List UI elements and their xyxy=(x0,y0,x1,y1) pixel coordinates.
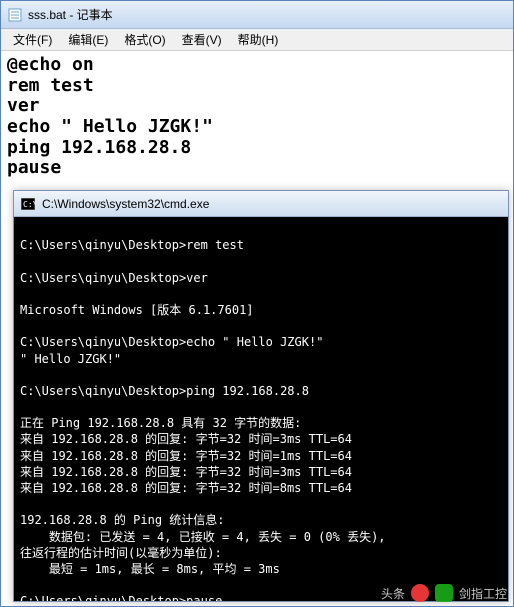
notepad-titlebar[interactable]: sss.bat - 记事本 xyxy=(1,1,513,29)
cmd-titlebar[interactable]: C:\ C:\Windows\system32\cmd.exe xyxy=(14,191,508,217)
cmd-title: C:\Windows\system32\cmd.exe xyxy=(42,197,209,211)
notepad-editor[interactable]: @echo on rem test ver echo " Hello JZGK!… xyxy=(1,51,513,183)
menu-format[interactable]: 格式(O) xyxy=(116,29,173,50)
wechat-icon xyxy=(435,584,453,602)
menu-edit[interactable]: 编辑(E) xyxy=(60,29,116,50)
notepad-window: sss.bat - 记事本 文件(F) 编辑(E) 格式(O) 查看(V) 帮助… xyxy=(0,0,514,607)
cmd-icon: C:\ xyxy=(20,196,36,212)
notepad-icon xyxy=(7,7,23,23)
menu-help[interactable]: 帮助(H) xyxy=(230,29,287,50)
toutiao-icon xyxy=(411,584,429,602)
watermark-text-left: 头条 xyxy=(381,585,405,602)
cmd-window: C:\ C:\Windows\system32\cmd.exe C:\Users… xyxy=(13,190,509,602)
notepad-menubar: 文件(F) 编辑(E) 格式(O) 查看(V) 帮助(H) xyxy=(1,29,513,51)
menu-view[interactable]: 查看(V) xyxy=(174,29,230,50)
notepad-title: sss.bat - 记事本 xyxy=(28,6,113,23)
watermark-text-right: 剑指工控 xyxy=(459,585,507,602)
menu-file[interactable]: 文件(F) xyxy=(5,29,60,50)
cmd-output[interactable]: C:\Users\qinyu\Desktop>rem test C:\Users… xyxy=(14,217,508,601)
svg-text:C:\: C:\ xyxy=(23,200,35,209)
watermark: 头条 剑指工控 xyxy=(381,584,507,602)
